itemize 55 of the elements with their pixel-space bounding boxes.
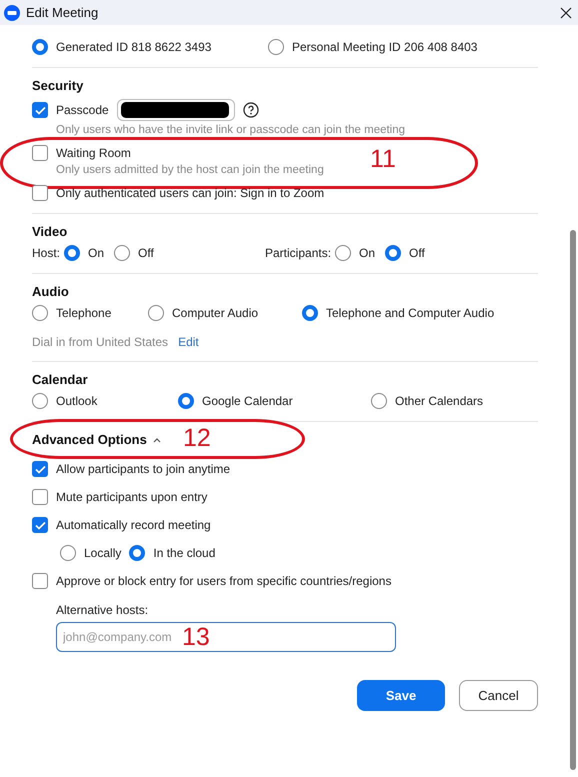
edit-link[interactable]: Edit	[178, 335, 199, 349]
section-heading: Security	[32, 78, 84, 93]
close-icon[interactable]	[560, 6, 572, 18]
group-label: Participants:	[265, 246, 332, 260]
caret-icon[interactable]	[152, 436, 161, 442]
radio-option[interactable]: On	[335, 245, 376, 261]
radio-option[interactable]: Other Calendars	[371, 393, 538, 409]
hint-text: Only users admitted by the host can join the meeting	[56, 164, 325, 176]
check-icon	[34, 464, 46, 474]
annotation-number: 11	[370, 147, 396, 172]
annotation-number: 13	[182, 625, 210, 650]
radio-option[interactable]: Google Calendar	[178, 393, 371, 409]
checkbox[interactable]	[32, 102, 48, 118]
checkbox-label: Automatically record meeting	[56, 518, 211, 532]
check-icon	[34, 520, 46, 530]
checkbox[interactable]	[32, 517, 48, 533]
checkbox[interactable]	[32, 185, 48, 201]
dial-in-text: Dial in from United States	[32, 335, 168, 349]
hint-text: Only users who have the invite link or passcode can join the meeting	[56, 124, 406, 136]
radio-option[interactable]: Computer Audio	[148, 305, 302, 321]
checkbox-label: Waiting Room	[56, 146, 131, 160]
radio-option[interactable]: Outlook	[32, 393, 178, 409]
radio-option[interactable]: Off	[114, 245, 154, 261]
scrollbar-thumb[interactable]	[570, 230, 576, 770]
section-heading: Calendar	[32, 372, 89, 387]
checkbox[interactable]	[32, 573, 48, 589]
radio-option[interactable]: On	[64, 245, 104, 261]
help-icon[interactable]	[242, 102, 259, 118]
passcode-field[interactable]	[116, 99, 235, 121]
section-heading: Audio	[32, 284, 70, 299]
radio-option[interactable]: Telephone and Computer Audio	[302, 305, 538, 321]
checkbox-label: Passcode	[56, 103, 109, 117]
section-heading: Advanced Options	[32, 432, 147, 447]
radio-option[interactable]: Locally	[60, 545, 122, 561]
checkbox-label: Only authenticated users can join: Sign in to Zoom	[56, 186, 324, 200]
radio-option[interactable]: Generated ID 818 8622 3493	[32, 39, 268, 55]
checkbox[interactable]	[32, 145, 48, 161]
checkbox-label: Mute participants upon entry	[56, 490, 208, 504]
cancel-button[interactable]: Cancel	[459, 680, 538, 711]
radio-option[interactable]: In the cloud	[129, 545, 216, 561]
app-logo-icon	[4, 4, 20, 20]
checkbox[interactable]	[32, 489, 48, 505]
radio-option[interactable]: Off	[385, 245, 425, 261]
save-button[interactable]: Save	[357, 680, 445, 711]
radio-option[interactable]: Personal Meeting ID 206 408 8403	[268, 39, 538, 55]
window-title: Edit Meeting	[26, 5, 100, 20]
group-label: Host:	[32, 246, 60, 260]
checkbox-label: Allow participants to join anytime	[56, 462, 230, 476]
checkbox-label: Approve or block entry for users from specific countries/regions	[56, 574, 392, 588]
section-heading: Video	[32, 224, 68, 239]
radio-option[interactable]: Telephone	[32, 305, 148, 321]
field-label: Alternative hosts:	[56, 603, 150, 617]
annotation-number: 12	[183, 426, 211, 451]
checkbox[interactable]	[32, 461, 48, 477]
check-icon	[34, 106, 46, 114]
